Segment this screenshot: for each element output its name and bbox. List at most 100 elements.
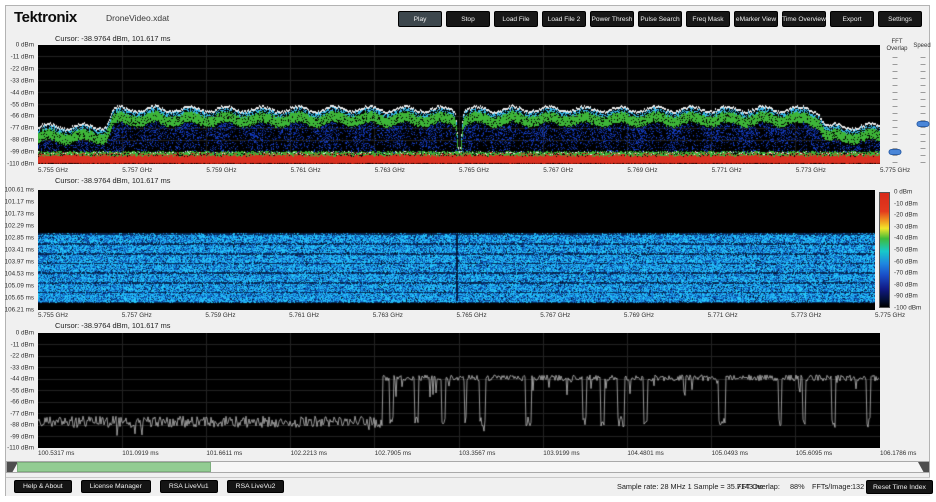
axis-tick-label: -40 dBm xyxy=(894,235,918,242)
axis-tick-label: -99 dBm xyxy=(10,433,34,440)
axis-tick-label: 105.6095 ms xyxy=(796,450,832,457)
time-scrollbar[interactable] xyxy=(6,461,930,473)
spectrogram-x-axis: 5.755 GHz5.757 GHz5.759 GHz5.761 GHz5.76… xyxy=(38,311,875,320)
pulse-search-button[interactable]: Pulse Search xyxy=(638,11,682,27)
axis-tick-label: 106.1786 ms xyxy=(880,450,916,457)
tektronix-logo: Tektronix xyxy=(14,9,77,26)
rsa-livevu1-button[interactable]: RSA LiveVu1 xyxy=(160,480,218,493)
fft-overlap-status-label: FFT Overlap: xyxy=(737,482,780,491)
axis-tick-label: 100.61 ms xyxy=(5,187,34,194)
axis-tick-label: -88 dBm xyxy=(10,422,34,429)
axis-tick-label: 0 dBm xyxy=(894,189,912,196)
speed-slider-handle[interactable] xyxy=(917,121,930,127)
axis-tick-label: -90 dBm xyxy=(894,293,918,300)
axis-tick-label: 102.7905 ms xyxy=(375,450,411,457)
freq-mask-button[interactable]: Freq Mask xyxy=(686,11,730,27)
axis-tick-label: -30 dBm xyxy=(894,223,918,230)
axis-tick-label: 5.761 GHz xyxy=(289,312,319,319)
axis-tick-label: -100 dBm xyxy=(894,305,921,312)
axis-tick-label: 105.0493 ms xyxy=(712,450,748,457)
axis-tick-label: -11 dBm xyxy=(11,53,34,60)
axis-tick-label: -44 dBm xyxy=(10,89,34,96)
spectrum-display[interactable] xyxy=(38,45,880,164)
fft-overlap-slider-handle[interactable] xyxy=(889,149,902,155)
play-button[interactable]: Play xyxy=(398,11,442,27)
axis-tick-label: 5.763 GHz xyxy=(375,167,405,174)
axis-tick-label: 5.765 GHz xyxy=(459,167,489,174)
axis-tick-label: 5.773 GHz xyxy=(791,312,821,319)
axis-tick-label: -22 dBm xyxy=(10,353,34,360)
axis-tick-label: -77 dBm xyxy=(10,410,34,417)
reset-time-index-button[interactable]: Reset Time Index xyxy=(866,480,933,494)
axis-tick-label: -110 dBm xyxy=(7,445,34,452)
axis-tick-label: 101.73 ms xyxy=(5,211,34,218)
amplitude-y-axis: 0 dBm-11 dBm-22 dBm-33 dBm-44 dBm-55 dBm… xyxy=(4,333,36,448)
axis-tick-label: 5.759 GHz xyxy=(206,167,236,174)
axis-tick-label: 103.41 ms xyxy=(5,247,34,254)
scrollbar-selection[interactable] xyxy=(17,462,211,472)
axis-tick-label: -80 dBm xyxy=(894,281,918,288)
axis-tick-label: -88 dBm xyxy=(10,137,34,144)
axis-tick-label: -44 dBm xyxy=(10,376,34,383)
axis-tick-label: -11 dBm xyxy=(11,341,34,348)
colorbar-scale: 0 dBm-10 dBm-20 dBm-30 dBm-40 dBm-50 dBm… xyxy=(892,192,926,308)
ffts-per-image-value: 132 xyxy=(852,482,864,491)
fft-overlap-slider[interactable] xyxy=(888,57,902,164)
axis-tick-label: 5.771 GHz xyxy=(712,167,742,174)
license-manager-button[interactable]: License Manager xyxy=(81,480,151,493)
stop-button[interactable]: Stop xyxy=(446,11,490,27)
axis-tick-label: 5.755 GHz xyxy=(38,312,68,319)
axis-tick-label: 104.53 ms xyxy=(5,271,34,278)
axis-tick-label: 104.4801 ms xyxy=(627,450,663,457)
status-bar: Help & About License Manager RSA LiveVu1 RS… xyxy=(6,477,930,496)
axis-tick-label: 105.65 ms xyxy=(5,295,34,302)
axis-tick-label: -70 dBm xyxy=(894,270,918,277)
axis-tick-label: 0 dBm xyxy=(16,42,34,49)
axis-tick-label: 5.757 GHz xyxy=(122,167,152,174)
load-file-button[interactable]: Load File xyxy=(494,11,538,27)
axis-tick-label: 103.3567 ms xyxy=(459,450,495,457)
axis-tick-label: -77 dBm xyxy=(10,125,34,132)
axis-tick-label: 5.769 GHz xyxy=(627,167,657,174)
axis-tick-label: -33 dBm xyxy=(10,364,34,371)
export-button[interactable]: Export xyxy=(830,11,874,27)
spectrum-x-axis: 5.755 GHz 5.757 GHz 5.759 GHz 5.761 GHz 5.76… xyxy=(38,166,880,175)
axis-tick-label: -66 dBm xyxy=(10,113,34,120)
axis-tick-label: 101.6611 ms xyxy=(206,450,242,457)
axis-tick-label: 100.5317 ms xyxy=(38,450,74,457)
axis-tick-label: 5.763 GHz xyxy=(373,312,403,319)
axis-tick-label: 5.775 GHz xyxy=(875,312,905,319)
rsa-livevu2-button[interactable]: RSA LiveVu2 xyxy=(227,480,285,493)
axis-tick-label: 102.2213 ms xyxy=(291,450,327,457)
axis-tick-label: 5.759 GHz xyxy=(205,312,235,319)
speed-slider[interactable] xyxy=(916,57,930,164)
settings-button[interactable]: Settings xyxy=(878,11,922,27)
axis-tick-label: -99 dBm xyxy=(10,149,34,156)
axis-tick-label: 106.21 ms xyxy=(5,307,34,314)
load-file-2-button[interactable]: Load File 2 xyxy=(542,11,586,27)
speed-slider-label: Speed xyxy=(908,43,936,50)
power-thresh-button[interactable]: Power Thresh xyxy=(590,11,634,27)
spectrogram-time-axis: 100.61 ms101.17 ms101.73 ms102.29 ms102.… xyxy=(4,190,36,310)
axis-tick-label: -55 dBm xyxy=(10,387,34,394)
scrollbar-right-cap xyxy=(918,462,929,472)
fft-overlap-status-value: 88% xyxy=(790,482,805,491)
amplitude-cursor-readout: Cursor: -38.9764 dBm, 101.617 ms xyxy=(55,321,170,330)
axis-tick-label: 5.773 GHz xyxy=(796,167,826,174)
time-overview-button[interactable]: Time Overview xyxy=(782,11,826,27)
amplitude-display[interactable] xyxy=(38,333,880,448)
status-buttons: Help & About License Manager RSA LiveVu1 RS… xyxy=(14,480,284,493)
axis-tick-label: 5.769 GHz xyxy=(624,312,654,319)
fft-overlap-slider-track xyxy=(893,57,898,164)
axis-tick-label: -22 dBm xyxy=(10,65,34,72)
axis-tick-label: 5.761 GHz xyxy=(291,167,321,174)
axis-tick-label: 5.755 GHz xyxy=(38,167,68,174)
axis-tick-label: 101.0919 ms xyxy=(122,450,158,457)
help-about-button[interactable]: Help & About xyxy=(14,480,72,493)
loaded-filename: DroneVideo.xdat xyxy=(106,13,169,23)
axis-tick-label: -50 dBm xyxy=(894,247,918,254)
spectrogram-display[interactable] xyxy=(38,190,875,310)
axis-tick-label: -55 dBm xyxy=(10,101,34,108)
axis-tick-label: 5.767 GHz xyxy=(540,312,570,319)
emarker-view-button[interactable]: eMarker View xyxy=(734,11,778,27)
